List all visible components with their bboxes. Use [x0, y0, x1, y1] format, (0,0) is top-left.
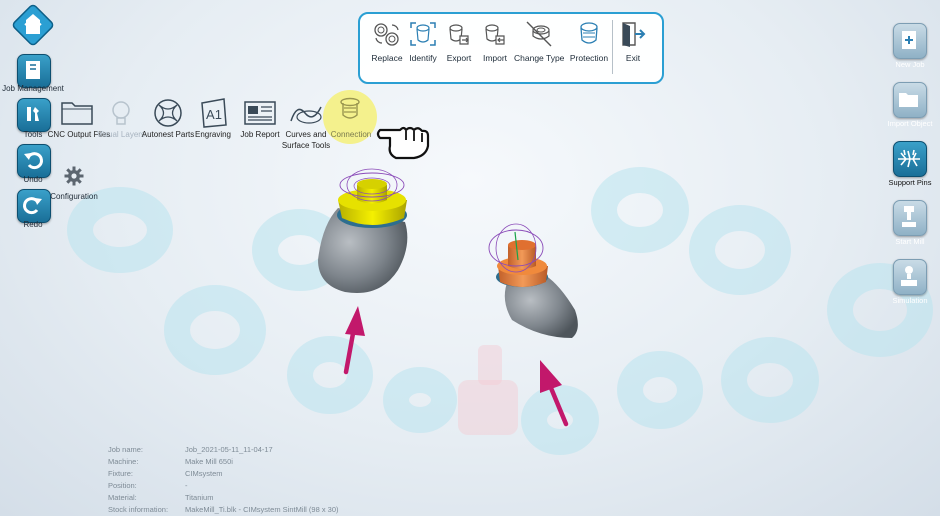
change-type-icon — [526, 21, 552, 47]
change-type-button[interactable]: Change Type — [514, 20, 564, 63]
hand-pointer-icon — [376, 126, 430, 160]
import-button[interactable]: Import — [470, 20, 520, 63]
protection-label: Protection — [569, 53, 609, 63]
engraving-icon: A1 — [201, 98, 227, 128]
curves-and-surface-tools-button[interactable]: Curves and Surface Tools — [282, 99, 330, 150]
connection-icon — [340, 97, 360, 119]
gear-icon — [64, 166, 84, 186]
exit-label: Exit — [625, 53, 641, 63]
support-pins-icon — [898, 149, 920, 168]
visual-layers-button[interactable]: Visual Layers — [97, 99, 145, 139]
simulation-icon — [901, 266, 917, 286]
job-info-key: Position: — [108, 481, 137, 490]
exit-icon — [622, 22, 646, 47]
autonest-icon — [154, 99, 182, 127]
configuration-label: Configuration — [50, 192, 98, 201]
support-pins-label: Support Pins — [888, 178, 932, 187]
job-info-value: CIMsystem — [185, 469, 223, 478]
job-info-value: Job_2021-05-11_11-04-17 — [185, 445, 273, 454]
simulation-button[interactable]: Simulation — [892, 259, 933, 335]
import-label: Import — [482, 53, 508, 63]
new-job-label: New Job — [895, 60, 925, 69]
redo-icon — [23, 197, 42, 215]
support-pin-arrow-right[interactable] — [540, 360, 569, 427]
job-info-value: Titanium — [185, 493, 214, 502]
import-icon — [485, 24, 505, 45]
job-info-key: Machine: — [108, 457, 139, 466]
document-icon — [26, 61, 40, 79]
home-button[interactable] — [12, 4, 56, 53]
protection-button[interactable]: Protection — [564, 20, 614, 63]
folder-open-icon — [899, 93, 918, 107]
wrench-icon — [27, 107, 39, 121]
job-info-key: Fixture: — [108, 469, 134, 478]
mill-icon — [902, 206, 916, 227]
curve-icon — [290, 106, 322, 124]
undo-icon — [24, 152, 43, 170]
simulation-label: Simulation — [892, 296, 928, 305]
change-type-label: Change Type — [514, 53, 565, 63]
start-mill-label: Start Mill — [895, 237, 925, 246]
job-management-label: Job Management — [2, 84, 64, 93]
new-document-icon — [902, 31, 916, 49]
object-toolbar: Replace Identify Export Import Change Ty… — [358, 12, 664, 84]
job-report-button[interactable]: Job Report — [240, 99, 280, 139]
lightbulb-icon — [112, 101, 130, 125]
home-icon — [12, 4, 54, 46]
report-icon — [244, 101, 276, 125]
protection-icon — [580, 22, 598, 44]
exit-button[interactable]: Exit — [608, 20, 658, 63]
redo-label: Redo — [23, 220, 43, 229]
job-info-value: Make Mill 650i — [185, 457, 233, 466]
import-object-label: Import Object — [887, 119, 933, 128]
cnc-output-files-button[interactable]: CNC Output Files — [48, 97, 110, 139]
job-info-key: Stock information: — [108, 505, 169, 514]
viewport-scene — [318, 168, 578, 427]
undo-label: Undo — [23, 175, 43, 184]
abutment-part-right[interactable] — [488, 223, 578, 338]
job-info-key: Material: — [108, 493, 137, 502]
job-info-value: MakeMill_Ti.blk - CIMsystem SintMill (98… — [185, 505, 339, 514]
folder-icon — [61, 102, 93, 125]
job-info-value: - — [185, 481, 188, 490]
job-info-key: Job name: — [108, 445, 144, 454]
engraving-glyph: A1 — [206, 107, 222, 122]
support-pin-arrow-left[interactable] — [343, 306, 365, 375]
abutment-part-left[interactable] — [318, 168, 408, 294]
